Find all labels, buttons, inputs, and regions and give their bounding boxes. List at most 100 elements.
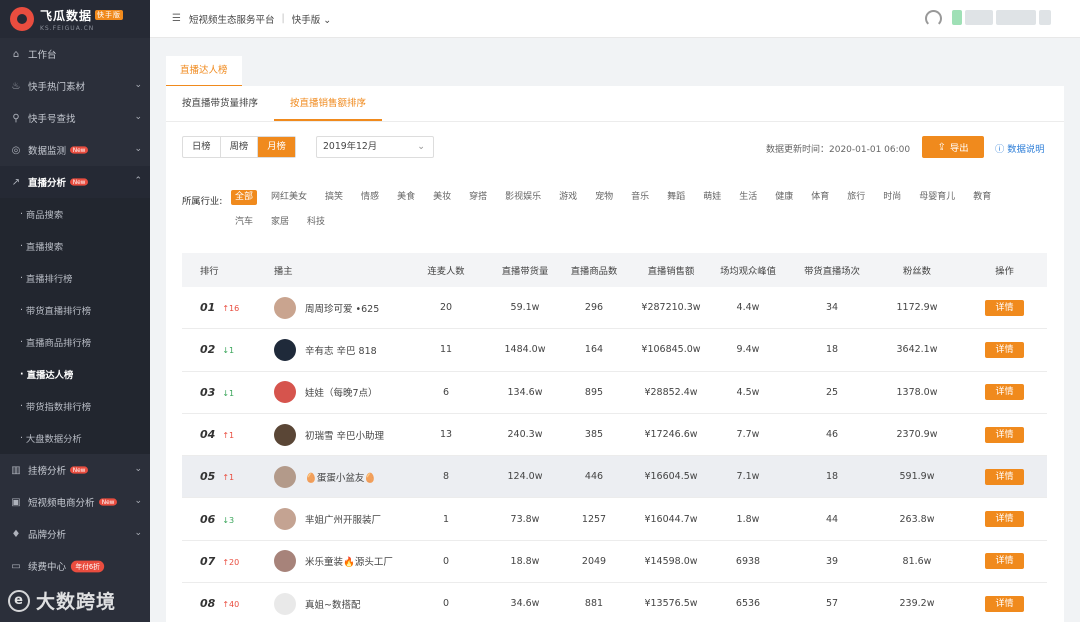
- month-select[interactable]: 2019年12月 ⌄: [316, 136, 434, 158]
- host-name[interactable]: 🥚蛋蛋小盆友🥚: [305, 470, 376, 484]
- industry-option[interactable]: 母婴育儿: [915, 190, 959, 205]
- industry-option[interactable]: 家居: [267, 215, 293, 230]
- table-row[interactable]: 05 ↑1 🥚蛋蛋小盆友🥚 8 124.0w 446 ¥16604.5w 7.1w 18 591.…: [182, 456, 1047, 499]
- industry-option[interactable]: 情感: [357, 190, 383, 205]
- sidebar-subitem[interactable]: · 大盘数据分析: [0, 422, 150, 454]
- avatar[interactable]: [274, 508, 296, 531]
- industry-option[interactable]: 穿搭: [465, 190, 491, 205]
- peak-cell: 4.5w: [736, 386, 760, 398]
- table-row[interactable]: 08 ↑40 真姐~数搭配 0 34.6w 881 ¥13576.5w 6536 57 239.2…: [182, 583, 1047, 622]
- host-cell[interactable]: 周周珍可爱 •625: [252, 296, 402, 319]
- avatar[interactable]: [274, 338, 296, 361]
- detail-button[interactable]: 详情: [985, 426, 1024, 443]
- avatar[interactable]: [274, 381, 296, 404]
- industry-option[interactable]: 汽车: [231, 215, 257, 230]
- data-note-link[interactable]: ⓘ 数据说明: [995, 141, 1044, 155]
- sidebar-item-hot-material[interactable]: ♨ 快手热门素材 ⌄: [0, 70, 150, 102]
- host-name[interactable]: 周周珍可爱 •625: [305, 301, 379, 315]
- sidebar-subitem[interactable]: · 直播搜索: [0, 230, 150, 262]
- host-cell[interactable]: 真姐~数搭配: [252, 592, 402, 615]
- detail-button[interactable]: 详情: [985, 299, 1024, 316]
- host-cell[interactable]: 米乐童装🔥源头工厂: [252, 550, 402, 573]
- table-row[interactable]: 03 ↓1 娃娃（每晚7点） 6 134.6w 895 ¥28852.4w 4.5w 25 137…: [182, 372, 1047, 414]
- tab-live-talent-rank[interactable]: 直播达人榜: [166, 56, 242, 86]
- period-monthly-button[interactable]: 月榜: [258, 137, 295, 157]
- sidebar-item-brand-analysis[interactable]: ♦ 品牌分析 ⌄: [0, 518, 150, 550]
- tab-sort-by-volume[interactable]: 按直播带货量排序: [166, 86, 274, 121]
- industry-option[interactable]: 影视娱乐: [501, 190, 545, 205]
- sidebar-item-monitor[interactable]: ◎ 数据监测 New ⌄: [0, 134, 150, 166]
- sidebar-subitem[interactable]: · 直播商品排行榜: [0, 326, 150, 358]
- industry-option[interactable]: 教育: [969, 190, 995, 205]
- headset-icon[interactable]: [925, 10, 942, 27]
- export-button[interactable]: ⇪ 导出: [922, 136, 984, 158]
- industry-option[interactable]: 宠物: [591, 190, 617, 205]
- avatar[interactable]: [274, 465, 296, 488]
- period-switch: 日榜 周榜 月榜: [182, 136, 296, 158]
- host-name[interactable]: 辛有志 辛巴 818: [305, 343, 377, 357]
- period-weekly-button[interactable]: 周榜: [221, 137, 259, 157]
- menu-toggle-icon[interactable]: ☰: [172, 13, 181, 24]
- host-name[interactable]: 娃娃（每晚7点）: [305, 385, 378, 399]
- detail-button[interactable]: 详情: [985, 468, 1024, 485]
- tab-sort-by-sales[interactable]: 按直播销售额排序: [274, 86, 383, 121]
- industry-option[interactable]: 美食: [393, 190, 419, 205]
- industry-option[interactable]: 搞笑: [321, 190, 347, 205]
- host-name[interactable]: 芈姐广州开服装厂: [305, 512, 381, 526]
- industry-option[interactable]: 生活: [735, 190, 761, 205]
- industry-option[interactable]: 科技: [303, 215, 329, 230]
- host-name[interactable]: 米乐童装🔥源头工厂: [305, 554, 393, 568]
- avatar[interactable]: [274, 423, 296, 446]
- sidebar-subitem-current[interactable]: · 直播达人榜: [0, 358, 150, 390]
- industry-option[interactable]: 全部: [231, 190, 258, 205]
- sidebar-item-workbench[interactable]: ⌂ 工作台: [0, 38, 150, 70]
- industry-option[interactable]: 音乐: [627, 190, 653, 205]
- detail-button[interactable]: 详情: [985, 511, 1024, 528]
- detail-button[interactable]: 详情: [985, 341, 1024, 358]
- industry-option[interactable]: 萌娃: [699, 190, 725, 205]
- sales-cell: ¥14598.0w: [644, 555, 698, 567]
- industry-option[interactable]: 体育: [807, 190, 833, 205]
- sidebar-subitem[interactable]: · 带货直播排行榜: [0, 294, 150, 326]
- table-row[interactable]: 07 ↑20 米乐童装🔥源头工厂 0 18.8w 2049 ¥14598.0w 6938 39 8…: [182, 541, 1047, 584]
- host-cell[interactable]: 初瑞雪 辛巴小助理: [252, 423, 402, 446]
- version-dropdown[interactable]: 快手版 ⌄: [292, 12, 332, 26]
- industry-option[interactable]: 健康: [771, 190, 797, 205]
- host-cell[interactable]: 🥚蛋蛋小盆友🥚: [252, 465, 402, 488]
- table-row[interactable]: 04 ↑1 初瑞雪 辛巴小助理 13 240.3w 385 ¥17246.6w 7.7w 46 2…: [182, 414, 1047, 457]
- avatar[interactable]: [274, 592, 296, 615]
- user-avatar-blurred[interactable]: [952, 10, 1052, 25]
- industry-option[interactable]: 舞蹈: [663, 190, 689, 205]
- table-row[interactable]: 06 ↓3 芈姐广州开服装厂 1 73.8w 1257 ¥16044.7w 1.8w 44 263…: [182, 498, 1047, 541]
- logo[interactable]: 飞瓜数据 快手版 KS.FEIGUA.CN: [0, 0, 150, 38]
- industry-option[interactable]: 美妆: [429, 190, 455, 205]
- detail-button[interactable]: 详情: [985, 595, 1024, 612]
- host-cell[interactable]: 芈姐广州开服装厂: [252, 508, 402, 531]
- table-row[interactable]: 02 ↓1 辛有志 辛巴 818 11 1484.0w 164 ¥106845.0w 9.4w…: [182, 329, 1047, 372]
- host-cell[interactable]: 娃娃（每晚7点）: [252, 381, 402, 404]
- sidebar-subitem[interactable]: · 商品搜索: [0, 198, 150, 230]
- sidebar-item-live-analysis[interactable]: ↗ 直播分析 New ⌃: [0, 166, 150, 198]
- sidebar-subitem[interactable]: · 直播排行榜: [0, 262, 150, 294]
- host-name[interactable]: 初瑞雪 辛巴小助理: [305, 428, 384, 442]
- sidebar-item-account-search[interactable]: ⚲ 快手号查找 ⌄: [0, 102, 150, 134]
- rank-number: 05: [200, 470, 216, 484]
- host-name[interactable]: 真姐~数搭配: [305, 597, 360, 611]
- sidebar-item-ranking-analysis[interactable]: ▥ 挂榜分析 New ⌄: [0, 454, 150, 486]
- period-daily-button[interactable]: 日榜: [183, 137, 221, 157]
- sidebar-item-ecommerce-analysis[interactable]: ▣ 短视频电商分析 New ⌄: [0, 486, 150, 518]
- sidebar-subitem[interactable]: · 带货指数排行榜: [0, 390, 150, 422]
- industry-option[interactable]: 旅行: [843, 190, 869, 205]
- avatar[interactable]: [274, 296, 296, 319]
- avatar[interactable]: [274, 550, 296, 573]
- table-row[interactable]: 01 ↑16 周周珍可爱 •625 20 59.1w 296 ¥287210.3w 4.4w 3…: [182, 287, 1047, 330]
- host-cell[interactable]: 辛有志 辛巴 818: [252, 338, 402, 361]
- detail-button[interactable]: 详情: [985, 553, 1024, 570]
- industry-option[interactable]: 游戏: [555, 190, 581, 205]
- sidebar-item-renewal[interactable]: ▭ 续费中心 年付6折: [0, 550, 150, 582]
- goods-cell: 385: [584, 429, 604, 441]
- industry-option[interactable]: 时尚: [879, 190, 905, 205]
- detail-button[interactable]: 详情: [985, 384, 1024, 401]
- industry-option[interactable]: 网红美女: [267, 190, 311, 205]
- chevron-up-icon: ⌃: [134, 176, 142, 186]
